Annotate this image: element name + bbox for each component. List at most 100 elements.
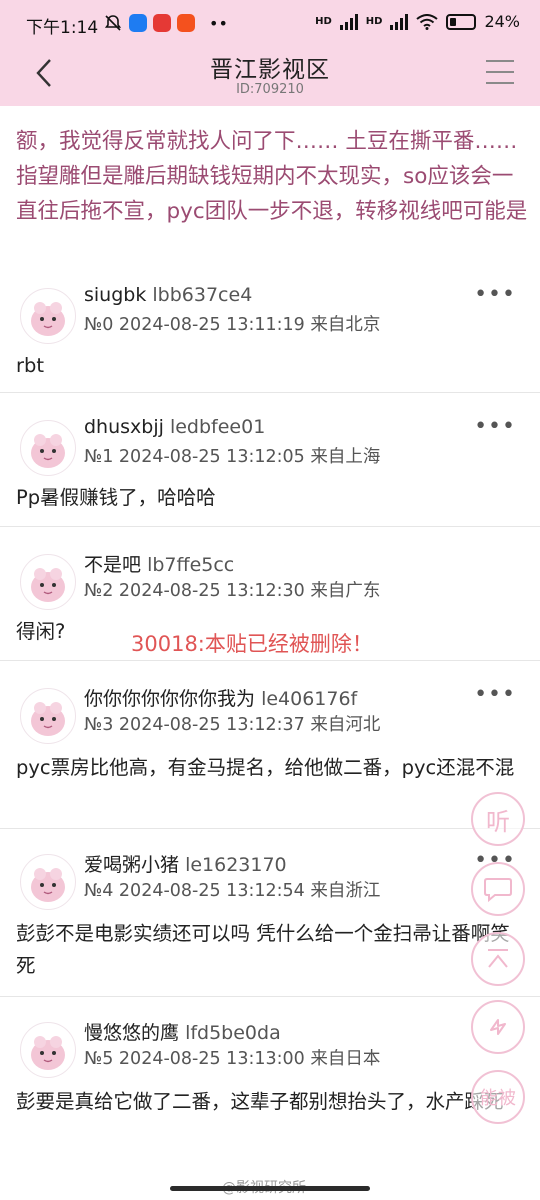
menu-icon-line (486, 60, 514, 62)
comment-button[interactable] (471, 862, 525, 916)
user-id: le406176f (261, 688, 358, 710)
avatar[interactable] (20, 288, 76, 344)
thread-id: ID:709210 (236, 82, 304, 97)
reply-location: 来自上海 (310, 447, 381, 467)
reply-location: 来自广东 (310, 581, 381, 601)
pink-creature-avatar-icon (31, 434, 65, 468)
floor-number: №5 (84, 1049, 114, 1069)
signal-1-label: HD (315, 16, 332, 27)
floor-number: №3 (84, 715, 114, 735)
avatar[interactable] (20, 420, 76, 476)
listen-label: 听 (486, 807, 510, 836)
battery-percent: 24% (484, 12, 520, 31)
reply-meta: №0 2024-08-25 13:11:19 来自北京 (84, 311, 380, 336)
reply-item: 你你你你你你你我为 le406176f №3 2024-08-25 13:12:… (0, 680, 540, 829)
avatar[interactable] (20, 854, 76, 910)
floor-number: №2 (84, 581, 114, 601)
menu-icon-line (486, 71, 514, 73)
pink-creature-avatar-icon (31, 1036, 65, 1070)
scroll-bottom-label: 能被 (480, 1088, 516, 1109)
status-time: 下午1:14 (26, 18, 99, 38)
reply-item: dhusxbjj ledbfee01 №1 2024-08-25 13:12:0… (0, 412, 540, 527)
user-id: ledbfee01 (169, 416, 266, 438)
home-indicator[interactable] (170, 1186, 370, 1191)
reply-item: 爱喝粥小猪 le1623170 №4 2024-08-25 13:12:54 来… (0, 846, 540, 997)
listen-button[interactable]: 听 (471, 792, 525, 846)
avatar[interactable] (20, 554, 76, 610)
reply-datetime: 2024-08-25 13:12:05 (118, 447, 305, 467)
reply-content: rbt (16, 354, 45, 377)
page-title: 晋江影视区 (210, 57, 330, 83)
reply-author: 爱喝粥小猪 le1623170 (84, 850, 287, 877)
menu-button[interactable] (486, 60, 514, 86)
username[interactable]: siugbk (84, 284, 146, 306)
reply-datetime: 2024-08-25 13:12:54 (118, 881, 305, 901)
reply-location: 来自浙江 (310, 881, 381, 901)
reply-datetime: 2024-08-25 13:12:37 (118, 715, 305, 735)
status-system-icons: HD HD 24% (315, 12, 520, 31)
menu-icon-line (486, 82, 514, 84)
chat-bubble-icon (484, 878, 512, 903)
reply-author: 慢悠悠的鹰 lfd5be0da (84, 1018, 281, 1045)
signal-icon-2 (390, 13, 409, 30)
reply-datetime: 2024-08-25 13:12:30 (118, 581, 305, 601)
reply-location: 来自日本 (310, 1049, 381, 1069)
post-body: 额，我觉得反常就找人问了下…… 土豆在撕平番…… 指望雕但是雕后期缺钱短期内不太… (16, 129, 528, 224)
deleted-notice: 30018:本贴已经被删除！ (131, 632, 373, 656)
pink-creature-avatar-icon (31, 702, 65, 736)
reply-author: 不是吧 lb7ffe5cc (84, 550, 234, 577)
reply-author: siugbk lbb637ce4 (84, 284, 252, 306)
reply-content: 彭彭不是电影实绩还可以吗 凭什么给一个金扫帚让番啊笑死 (16, 922, 510, 977)
app-notification-icon-red (153, 14, 171, 32)
floor-number: №4 (84, 881, 114, 901)
username[interactable]: dhusxbjj (84, 416, 164, 438)
more-options-button[interactable]: ••• (474, 414, 516, 439)
pink-creature-avatar-icon (31, 302, 65, 336)
refresh-button[interactable] (471, 1000, 525, 1054)
username[interactable]: 你你你你你你你我为 (84, 688, 255, 710)
reply-content: pyc票房比他高，有金马提名，给他做二番，pyc还混不混 (16, 756, 515, 779)
status-bar: 下午1:14 •• HD HD 24% (0, 0, 540, 46)
status-notification-icons: •• (103, 13, 228, 33)
app-notification-icon-orange (177, 14, 195, 32)
more-notifications-icon: •• (209, 13, 228, 33)
floor-number: №0 (84, 315, 114, 335)
username[interactable]: 慢悠悠的鹰 (84, 1022, 179, 1044)
reply-datetime: 2024-08-25 13:13:00 (118, 1049, 305, 1069)
battery-icon (446, 13, 477, 30)
more-options-button[interactable]: ••• (474, 282, 516, 307)
reply-meta: №3 2024-08-25 13:12:37 来自河北 (84, 711, 380, 736)
username[interactable]: 不是吧 (84, 554, 141, 576)
reply-meta: №4 2024-08-25 13:12:54 来自浙江 (84, 877, 380, 902)
signal-icon (339, 13, 358, 30)
reply-datetime: 2024-08-25 13:11:19 (118, 315, 305, 335)
reply-meta: №1 2024-08-25 13:12:05 来自上海 (84, 443, 380, 468)
reply-content: Pp暑假赚钱了，哈哈哈 (16, 486, 216, 509)
reply-content: 彭要是真给它做了二番，这辈子都别想抬头了，水产踩死 (16, 1090, 504, 1113)
reply-author: dhusxbjj ledbfee01 (84, 416, 265, 438)
refresh-icon (490, 1019, 506, 1035)
reply-location: 来自河北 (310, 715, 381, 735)
user-id: lbb637ce4 (152, 284, 253, 306)
signal-2-label: HD (365, 16, 383, 27)
mute-icon (104, 15, 122, 31)
reply-item: siugbk lbb637ce4 №0 2024-08-25 13:11:19 … (0, 280, 540, 393)
user-id: lfd5be0da (185, 1022, 281, 1044)
reply-item: 慢悠悠的鹰 lfd5be0da №5 2024-08-25 13:13:00 来… (0, 1014, 540, 1164)
to-top-icon (488, 949, 508, 968)
username[interactable]: 爱喝粥小猪 (84, 854, 179, 876)
more-options-button[interactable]: ••• (474, 682, 516, 707)
avatar[interactable] (20, 1022, 76, 1078)
reply-location: 来自北京 (310, 315, 381, 335)
scroll-bottom-button[interactable]: 能被 (471, 1070, 525, 1124)
scroll-top-button[interactable] (471, 932, 525, 986)
reply-author: 你你你你你你你我为 le406176f (84, 684, 357, 711)
header: 晋江影视区 ID:709210 (0, 46, 540, 106)
avatar[interactable] (20, 688, 76, 744)
app-notification-icon-blue (129, 14, 147, 32)
reply-meta: №2 2024-08-25 13:12:30 来自广东 (84, 577, 380, 602)
floor-number: №1 (84, 447, 114, 467)
pink-creature-avatar-icon (31, 568, 65, 602)
reply-meta: №5 2024-08-25 13:13:00 来自日本 (84, 1045, 380, 1070)
user-id: le1623170 (185, 854, 287, 876)
